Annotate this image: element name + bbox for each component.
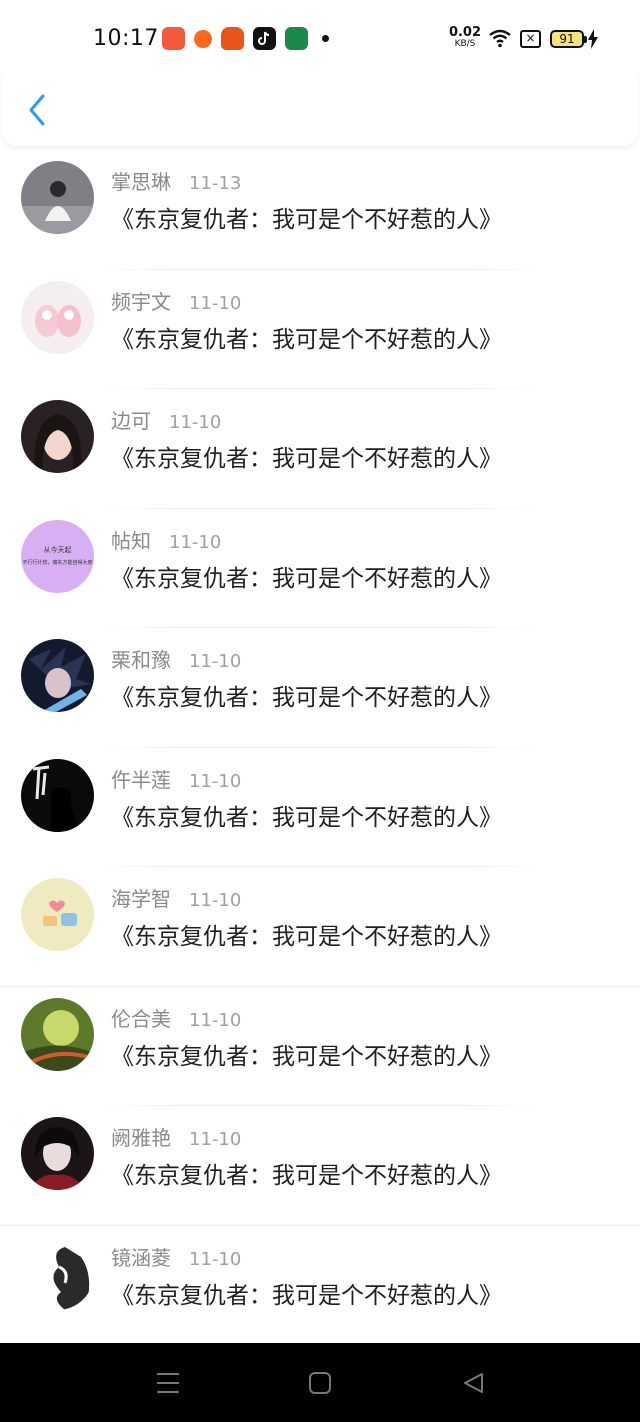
- home-button[interactable]: [305, 1369, 335, 1397]
- post-date: 11-10: [189, 890, 242, 911]
- list-item[interactable]: 栗和豫 11-10 《东京复仇者：我可是个不好惹的人》: [0, 628, 640, 748]
- no-sim-icon: ×: [520, 30, 541, 48]
- item-title: 《东京复仇者：我可是个不好惹的人》: [111, 446, 502, 472]
- avatar-text-line1: 从今天起: [43, 545, 72, 554]
- user-name: 边可: [111, 409, 151, 433]
- item-title: 《东京复仇者：我可是个不好惹的人》: [111, 685, 502, 711]
- comment-list: 掌思琳 11-13 《东京复仇者：我可是个不好惹的人》 频宇文 11-10 《东…: [0, 150, 640, 1345]
- item-meta: 海学智 11-10: [111, 883, 241, 912]
- avatar-text-line2: 不行行计较，痛失方能自得大度: [22, 559, 93, 566]
- post-date: 11-10: [189, 1009, 242, 1031]
- avatar[interactable]: [21, 1117, 94, 1190]
- system-nav-bar: [0, 1343, 640, 1422]
- item-meta: 边可 11-10: [111, 405, 221, 434]
- post-date: 11-10: [189, 651, 242, 672]
- avatar[interactable]: [21, 400, 94, 473]
- user-name: 伦合美: [111, 1006, 171, 1031]
- list-item[interactable]: 镜涵菱 11-10 《东京复仇者：我可是个不好惹的人》: [0, 1226, 640, 1345]
- user-name: 掌思琳: [111, 170, 171, 194]
- charging-icon: [587, 29, 599, 53]
- more-notifications-dot: [322, 35, 329, 42]
- item-meta: 栗和豫 11-10: [111, 644, 241, 673]
- top-header: [2, 72, 638, 146]
- green-app-icon: [285, 27, 308, 50]
- avatar[interactable]: [21, 639, 94, 712]
- post-date: 11-10: [169, 531, 222, 553]
- avatar[interactable]: [21, 280, 94, 354]
- item-title: 《东京复仇者：我可是个不好惹的人》: [111, 924, 502, 950]
- network-speed-unit: KB/S: [454, 39, 476, 49]
- list-item[interactable]: 仵半莲 11-10 《东京复仇者：我可是个不好惹的人》: [0, 748, 640, 867]
- battery-icon: 91: [550, 30, 587, 48]
- list-item[interactable]: 海学智 11-10 《东京复仇者：我可是个不好惹的人》: [0, 867, 640, 987]
- item-meta: 频宇文 11-10: [111, 286, 241, 315]
- notification-icons: [162, 27, 329, 50]
- item-meta: 阙雅艳 11-10: [111, 1122, 241, 1151]
- post-date: 11-10: [189, 292, 242, 314]
- status-time: 10:17: [93, 26, 159, 51]
- post-date: 11-13: [189, 173, 242, 194]
- pumpkin-app-icon: [221, 27, 244, 50]
- back-button[interactable]: [22, 92, 52, 128]
- user-name: 镜涵菱: [111, 1245, 171, 1270]
- menu-button[interactable]: [153, 1369, 183, 1397]
- post-date: 11-10: [189, 1248, 242, 1270]
- avatar[interactable]: [21, 1236, 94, 1310]
- item-title: 《东京复仇者：我可是个不好惹的人》: [111, 565, 502, 592]
- list-item[interactable]: 掌思琳 11-13 《东京复仇者：我可是个不好惹的人》: [0, 150, 640, 270]
- user-name: 频宇文: [111, 289, 171, 314]
- network-speed: 0.02 KB/S: [448, 26, 482, 49]
- item-title: 《东京复仇者：我可是个不好惹的人》: [111, 1043, 502, 1070]
- post-date: 11-10: [189, 770, 242, 792]
- user-name: 栗和豫: [111, 648, 171, 672]
- status-bar: 10:17 0.02 KB/S × 91: [0, 0, 640, 80]
- avatar[interactable]: [21, 161, 94, 234]
- chevron-left-icon: [29, 94, 45, 126]
- item-title: 《东京复仇者：我可是个不好惹的人》: [111, 207, 502, 233]
- tiktok-icon: [253, 27, 276, 50]
- item-meta: 伦合美 11-10: [111, 1003, 241, 1032]
- battery-level: 91: [559, 32, 575, 46]
- list-item[interactable]: 从今天起 不行行计较，痛失方能自得大度 帖知 11-10 《东京复仇者：我可是个…: [0, 509, 640, 628]
- back-nav-button[interactable]: [458, 1369, 488, 1397]
- item-title: 《东京复仇者：我可是个不好惹的人》: [111, 326, 502, 353]
- list-item[interactable]: 伦合美 11-10 《东京复仇者：我可是个不好惹的人》: [0, 987, 640, 1106]
- item-meta: 仵半莲 11-10: [111, 764, 241, 793]
- list-item[interactable]: 边可 11-10 《东京复仇者：我可是个不好惹的人》: [0, 389, 640, 509]
- wifi-icon: [488, 28, 512, 52]
- avatar[interactable]: 从今天起 不行行计较，痛失方能自得大度: [21, 519, 94, 593]
- item-title: 《东京复仇者：我可是个不好惹的人》: [111, 804, 502, 831]
- list-item[interactable]: 频宇文 11-10 《东京复仇者：我可是个不好惹的人》: [0, 270, 640, 389]
- avatar[interactable]: [21, 758, 94, 832]
- video-app-icon: [162, 27, 185, 50]
- user-name: 帖知: [111, 528, 151, 553]
- post-date: 11-10: [169, 412, 222, 433]
- list-item[interactable]: 阙雅艳 11-10 《东京复仇者：我可是个不好惹的人》: [0, 1106, 640, 1226]
- avatar[interactable]: [21, 997, 94, 1071]
- user-name: 仵半莲: [111, 767, 171, 792]
- item-title: 《东京复仇者：我可是个不好惹的人》: [111, 1163, 502, 1189]
- network-speed-value: 0.02: [448, 25, 482, 40]
- post-date: 11-10: [189, 1129, 242, 1150]
- item-meta: 镜涵菱 11-10: [111, 1242, 241, 1271]
- item-meta: 掌思琳 11-13: [111, 166, 241, 195]
- back-triangle-icon: [464, 1373, 483, 1393]
- avatar[interactable]: [21, 878, 94, 951]
- menu-icon: [157, 1373, 179, 1393]
- user-name: 阙雅艳: [111, 1126, 171, 1150]
- item-meta: 帖知 11-10: [111, 525, 221, 554]
- home-square-icon: [309, 1372, 331, 1394]
- user-name: 海学智: [111, 887, 171, 911]
- item-title: 《东京复仇者：我可是个不好惹的人》: [111, 1282, 502, 1309]
- orange-app-icon: [194, 29, 212, 48]
